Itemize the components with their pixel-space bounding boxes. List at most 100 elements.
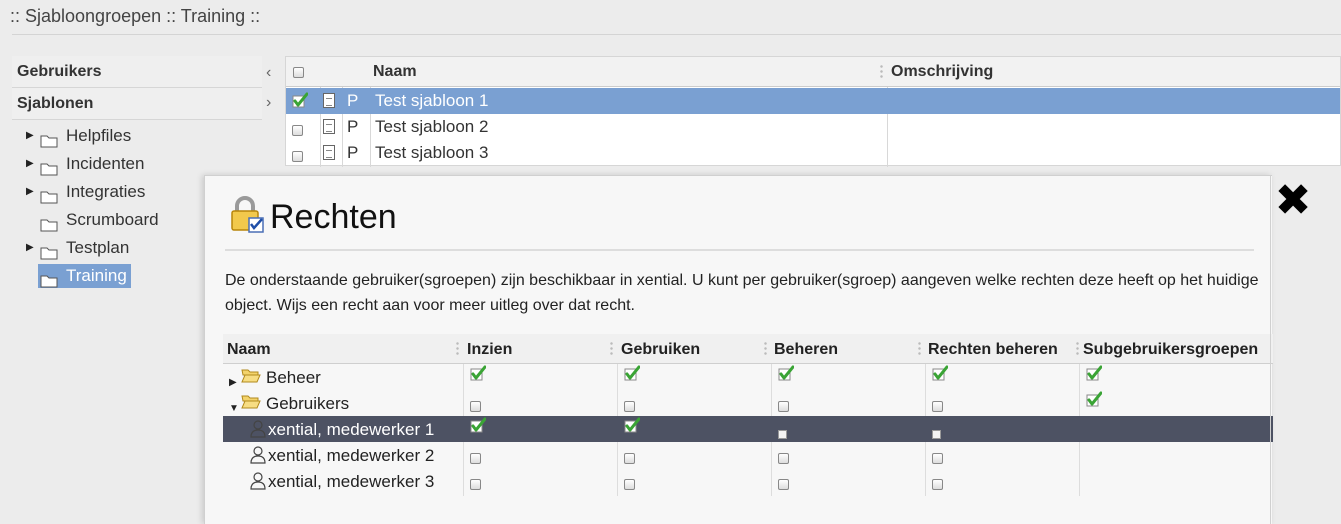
column-header-gebruiken[interactable]: Gebruiken <box>621 341 700 359</box>
row-checkbox[interactable] <box>292 147 303 167</box>
tree-item-label: Scrumboard <box>66 210 159 229</box>
expand-caret-icon[interactable]: ▶ <box>26 234 34 262</box>
right-rechten-beheren-checkbox[interactable] <box>932 475 943 495</box>
dialog-title: Rechten <box>270 198 397 236</box>
panel-toggle: ‹ › <box>266 58 280 118</box>
right-beheren-checkbox[interactable] <box>778 475 789 495</box>
close-icon[interactable]: ✖ <box>1273 179 1313 223</box>
right-beheren-checkbox[interactable] <box>778 365 794 386</box>
column-header-name[interactable]: Naam <box>373 63 417 81</box>
right-subgebruikersgroepen-checkbox[interactable] <box>1086 391 1102 412</box>
title-divider <box>12 34 1341 35</box>
column-header-beheren[interactable]: Beheren <box>774 341 838 359</box>
expand-caret-icon[interactable]: ▶ <box>26 178 34 206</box>
right-rechten-beheren-checkbox[interactable] <box>932 424 941 444</box>
expand-caret-icon[interactable]: ▶ <box>26 122 34 150</box>
sidebar-section-sjablonen[interactable]: Sjablonen <box>12 88 262 120</box>
grid-header: Naam Omschrijving <box>286 57 1340 87</box>
collapse-left-icon[interactable]: ‹ <box>266 58 280 88</box>
column-header-inzien[interactable]: Inzien <box>467 341 512 359</box>
right-rechten-beheren-checkbox[interactable] <box>932 397 943 417</box>
tree-item-helpfiles[interactable]: ▶ Helpfiles <box>12 122 262 150</box>
column-resize-handle[interactable] <box>918 341 921 357</box>
rights-table: Naam Inzien Gebruiken Beheren Rechten be… <box>223 334 1273 496</box>
caret-right-icon[interactable]: ▶ <box>229 370 239 390</box>
tree-item-label: Helpfiles <box>66 126 132 145</box>
template-type: P <box>347 117 359 136</box>
template-row[interactable]: P Test sjabloon 1 <box>286 88 1340 114</box>
document-icon <box>323 145 335 165</box>
column-header-naam[interactable]: Naam <box>227 341 271 359</box>
user-icon <box>250 446 266 469</box>
template-name: Test sjabloon 2 <box>375 117 489 136</box>
template-type: P <box>347 143 359 162</box>
rights-user-row[interactable]: xential, medewerker 3 <box>223 468 1273 494</box>
tree-item-incidenten[interactable]: ▶ Incidenten <box>12 150 262 178</box>
rights-table-header: Naam Inzien Gebruiken Beheren Rechten be… <box>223 334 1273 364</box>
dialog-border <box>1270 175 1271 524</box>
right-inzien-checkbox[interactable] <box>470 475 481 495</box>
rights-row-name: xential, medewerker 1 <box>268 420 435 439</box>
folder-icon <box>40 241 58 260</box>
tree-item-label: Testplan <box>66 238 130 257</box>
rights-row-name: Beheer <box>266 368 321 387</box>
user-icon <box>250 472 266 495</box>
right-rechten-beheren-checkbox[interactable] <box>932 449 943 469</box>
template-row[interactable]: P Test sjabloon 3 <box>286 140 1340 166</box>
row-checkbox[interactable] <box>292 121 303 141</box>
rights-row-name: xential, medewerker 2 <box>268 446 435 465</box>
document-icon <box>323 93 335 113</box>
right-gebruiken-checkbox[interactable] <box>624 475 635 495</box>
lock-icon <box>231 196 264 233</box>
right-beheren-checkbox[interactable] <box>778 424 787 444</box>
rights-group-row[interactable]: ▶ Beheer <box>223 364 1273 390</box>
column-resize-handle[interactable] <box>610 341 613 357</box>
caret-down-icon[interactable]: ▼ <box>229 396 239 416</box>
rights-user-row[interactable]: xential, medewerker 1 <box>223 416 1273 442</box>
rights-group-row[interactable]: ▼ Gebruikers <box>223 390 1273 416</box>
dialog-divider <box>225 249 1254 251</box>
dialog-description: De onderstaande gebruiker(sgroepen) zijn… <box>225 272 1259 314</box>
select-all-checkbox[interactable] <box>293 65 304 83</box>
row-checkbox[interactable] <box>292 92 308 113</box>
right-gebruiken-checkbox[interactable] <box>624 449 635 469</box>
column-resize-handle[interactable] <box>880 64 883 80</box>
folder-icon <box>40 213 58 232</box>
rights-row-name: xential, medewerker 3 <box>268 472 435 491</box>
right-gebruiken-checkbox[interactable] <box>624 417 640 438</box>
tree-item-label: Training <box>66 266 127 285</box>
column-resize-handle[interactable] <box>764 341 767 357</box>
column-header-description[interactable]: Omschrijving <box>891 63 993 81</box>
document-icon <box>323 119 335 139</box>
rights-user-row[interactable]: xential, medewerker 2 <box>223 442 1273 468</box>
column-resize-handle[interactable] <box>456 341 459 357</box>
group-folder-icon <box>241 394 261 414</box>
column-header-subgebruikersgroepen[interactable]: Subgebruikersgroepen <box>1083 341 1258 359</box>
expand-caret-icon[interactable]: ▶ <box>26 150 34 178</box>
template-row[interactable]: P Test sjabloon 2 <box>286 114 1340 140</box>
right-rechten-beheren-checkbox[interactable] <box>932 365 948 386</box>
folder-icon <box>40 185 58 204</box>
sidebar-section-gebruikers[interactable]: Gebruikers <box>12 56 262 88</box>
rights-row-name: Gebruikers <box>266 394 350 413</box>
right-inzien-checkbox[interactable] <box>470 449 481 469</box>
right-inzien-checkbox[interactable] <box>470 417 486 438</box>
right-beheren-checkbox[interactable] <box>778 397 789 417</box>
right-gebruiken-checkbox[interactable] <box>624 365 640 386</box>
template-grid: Naam Omschrijving P Test sjabloon 1 P Test … <box>285 56 1341 167</box>
column-resize-handle[interactable] <box>1076 341 1079 357</box>
expand-right-icon[interactable]: › <box>266 88 280 118</box>
right-beheren-checkbox[interactable] <box>778 449 789 469</box>
right-gebruiken-checkbox[interactable] <box>624 397 635 417</box>
right-inzien-checkbox[interactable] <box>470 365 486 386</box>
template-name: Test sjabloon 3 <box>375 143 489 162</box>
tree-item-label: Incidenten <box>66 154 145 173</box>
tree-item-label: Integraties <box>66 182 146 201</box>
right-inzien-checkbox[interactable] <box>470 397 481 417</box>
folder-icon <box>40 129 58 148</box>
page-title: :: Sjabloongroepen :: Training :: <box>10 6 261 26</box>
folder-icon <box>40 157 58 176</box>
column-header-rechten-beheren[interactable]: Rechten beheren <box>928 341 1058 359</box>
folder-icon <box>40 269 58 288</box>
right-subgebruikersgroepen-checkbox[interactable] <box>1086 365 1102 386</box>
